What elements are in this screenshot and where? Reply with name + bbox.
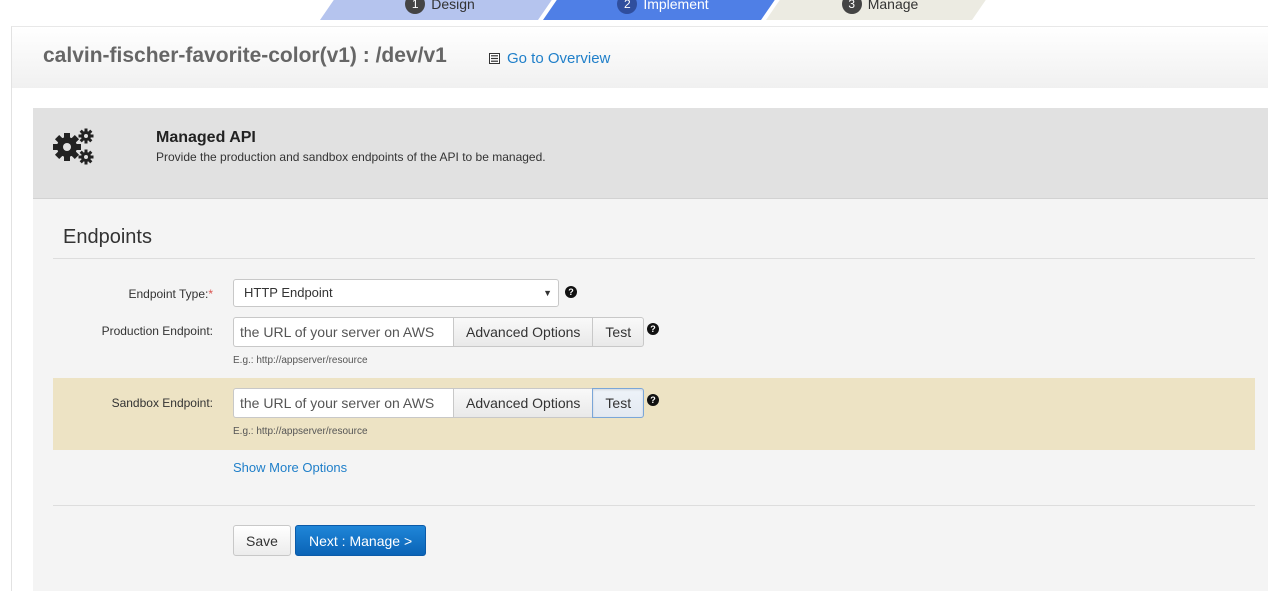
- overview-link-label: Go to Overview: [507, 50, 611, 67]
- production-endpoint-group: the URL of your server on AWS Advanced O…: [233, 317, 645, 347]
- page-title: calvin-fischer-favorite-color(v1) : /dev…: [43, 44, 447, 67]
- step-label: Manage: [867, 0, 919, 12]
- help-icon[interactable]: ?: [647, 394, 659, 406]
- wizard-step-manage[interactable]: 3 Manage: [766, 0, 994, 20]
- step-number: 2: [617, 0, 637, 14]
- gears-icon: [53, 128, 94, 165]
- production-endpoint-label: Production Endpoint:: [101, 324, 213, 338]
- sandbox-advanced-options-button[interactable]: Advanced Options: [453, 388, 593, 418]
- page-header: calvin-fischer-favorite-color(v1) : /dev…: [11, 26, 1268, 90]
- list-icon: [489, 53, 500, 64]
- step-label: Implement: [643, 0, 709, 12]
- endpoints-section-title: Endpoints: [63, 226, 152, 248]
- wizard-step-design[interactable]: 1 Design: [320, 0, 560, 20]
- help-icon[interactable]: ?: [647, 323, 659, 335]
- show-more-options-link[interactable]: Show More Options: [233, 460, 347, 475]
- endpoint-type-label: Endpoint Type:*: [43, 287, 213, 301]
- save-button[interactable]: Save: [233, 525, 291, 556]
- endpoint-type-value: HTTP Endpoint: [244, 285, 333, 300]
- required-marker: *: [208, 287, 213, 301]
- step-number: 3: [842, 0, 862, 14]
- sandbox-endpoint-hint: E.g.: http://appserver/resource: [233, 426, 368, 437]
- production-advanced-options-button[interactable]: Advanced Options: [453, 317, 593, 347]
- production-endpoint-input[interactable]: the URL of your server on AWS: [233, 317, 453, 347]
- step-label: Design: [431, 0, 475, 12]
- sandbox-endpoint-input[interactable]: the URL of your server on AWS: [233, 388, 453, 418]
- sandbox-endpoint-label: Sandbox Endpoint:: [111, 396, 213, 410]
- help-icon[interactable]: ?: [565, 286, 577, 298]
- wizard-step-implement[interactable]: 2 Implement: [543, 0, 783, 20]
- go-to-overview-link[interactable]: Go to Overview: [489, 50, 610, 67]
- next-manage-button[interactable]: Next : Manage >: [295, 525, 427, 556]
- step-number: 1: [405, 0, 425, 14]
- actions-divider: [53, 505, 1255, 506]
- sandbox-endpoint-group: the URL of your server on AWS Advanced O…: [233, 388, 645, 418]
- production-test-button[interactable]: Test: [592, 317, 645, 347]
- sandbox-test-button[interactable]: Test: [592, 388, 645, 418]
- production-endpoint-hint: E.g.: http://appserver/resource: [233, 355, 368, 366]
- section-divider: [53, 258, 1255, 259]
- managed-api-panel: Managed API Provide the production and s…: [33, 108, 1268, 591]
- panel-header: Managed API Provide the production and s…: [33, 108, 1268, 199]
- wizard-steps: 1 Design 2 Implement 3 Manage: [0, 0, 1268, 22]
- panel-description: Provide the production and sandbox endpo…: [156, 150, 546, 164]
- endpoint-type-label-text: Endpoint Type:: [128, 287, 209, 301]
- main-content: Managed API Provide the production and s…: [11, 88, 1268, 591]
- panel-title: Managed API: [156, 129, 256, 146]
- dropdown-caret-icon: ▼: [543, 288, 552, 298]
- endpoint-type-select[interactable]: HTTP Endpoint ▼: [233, 279, 559, 307]
